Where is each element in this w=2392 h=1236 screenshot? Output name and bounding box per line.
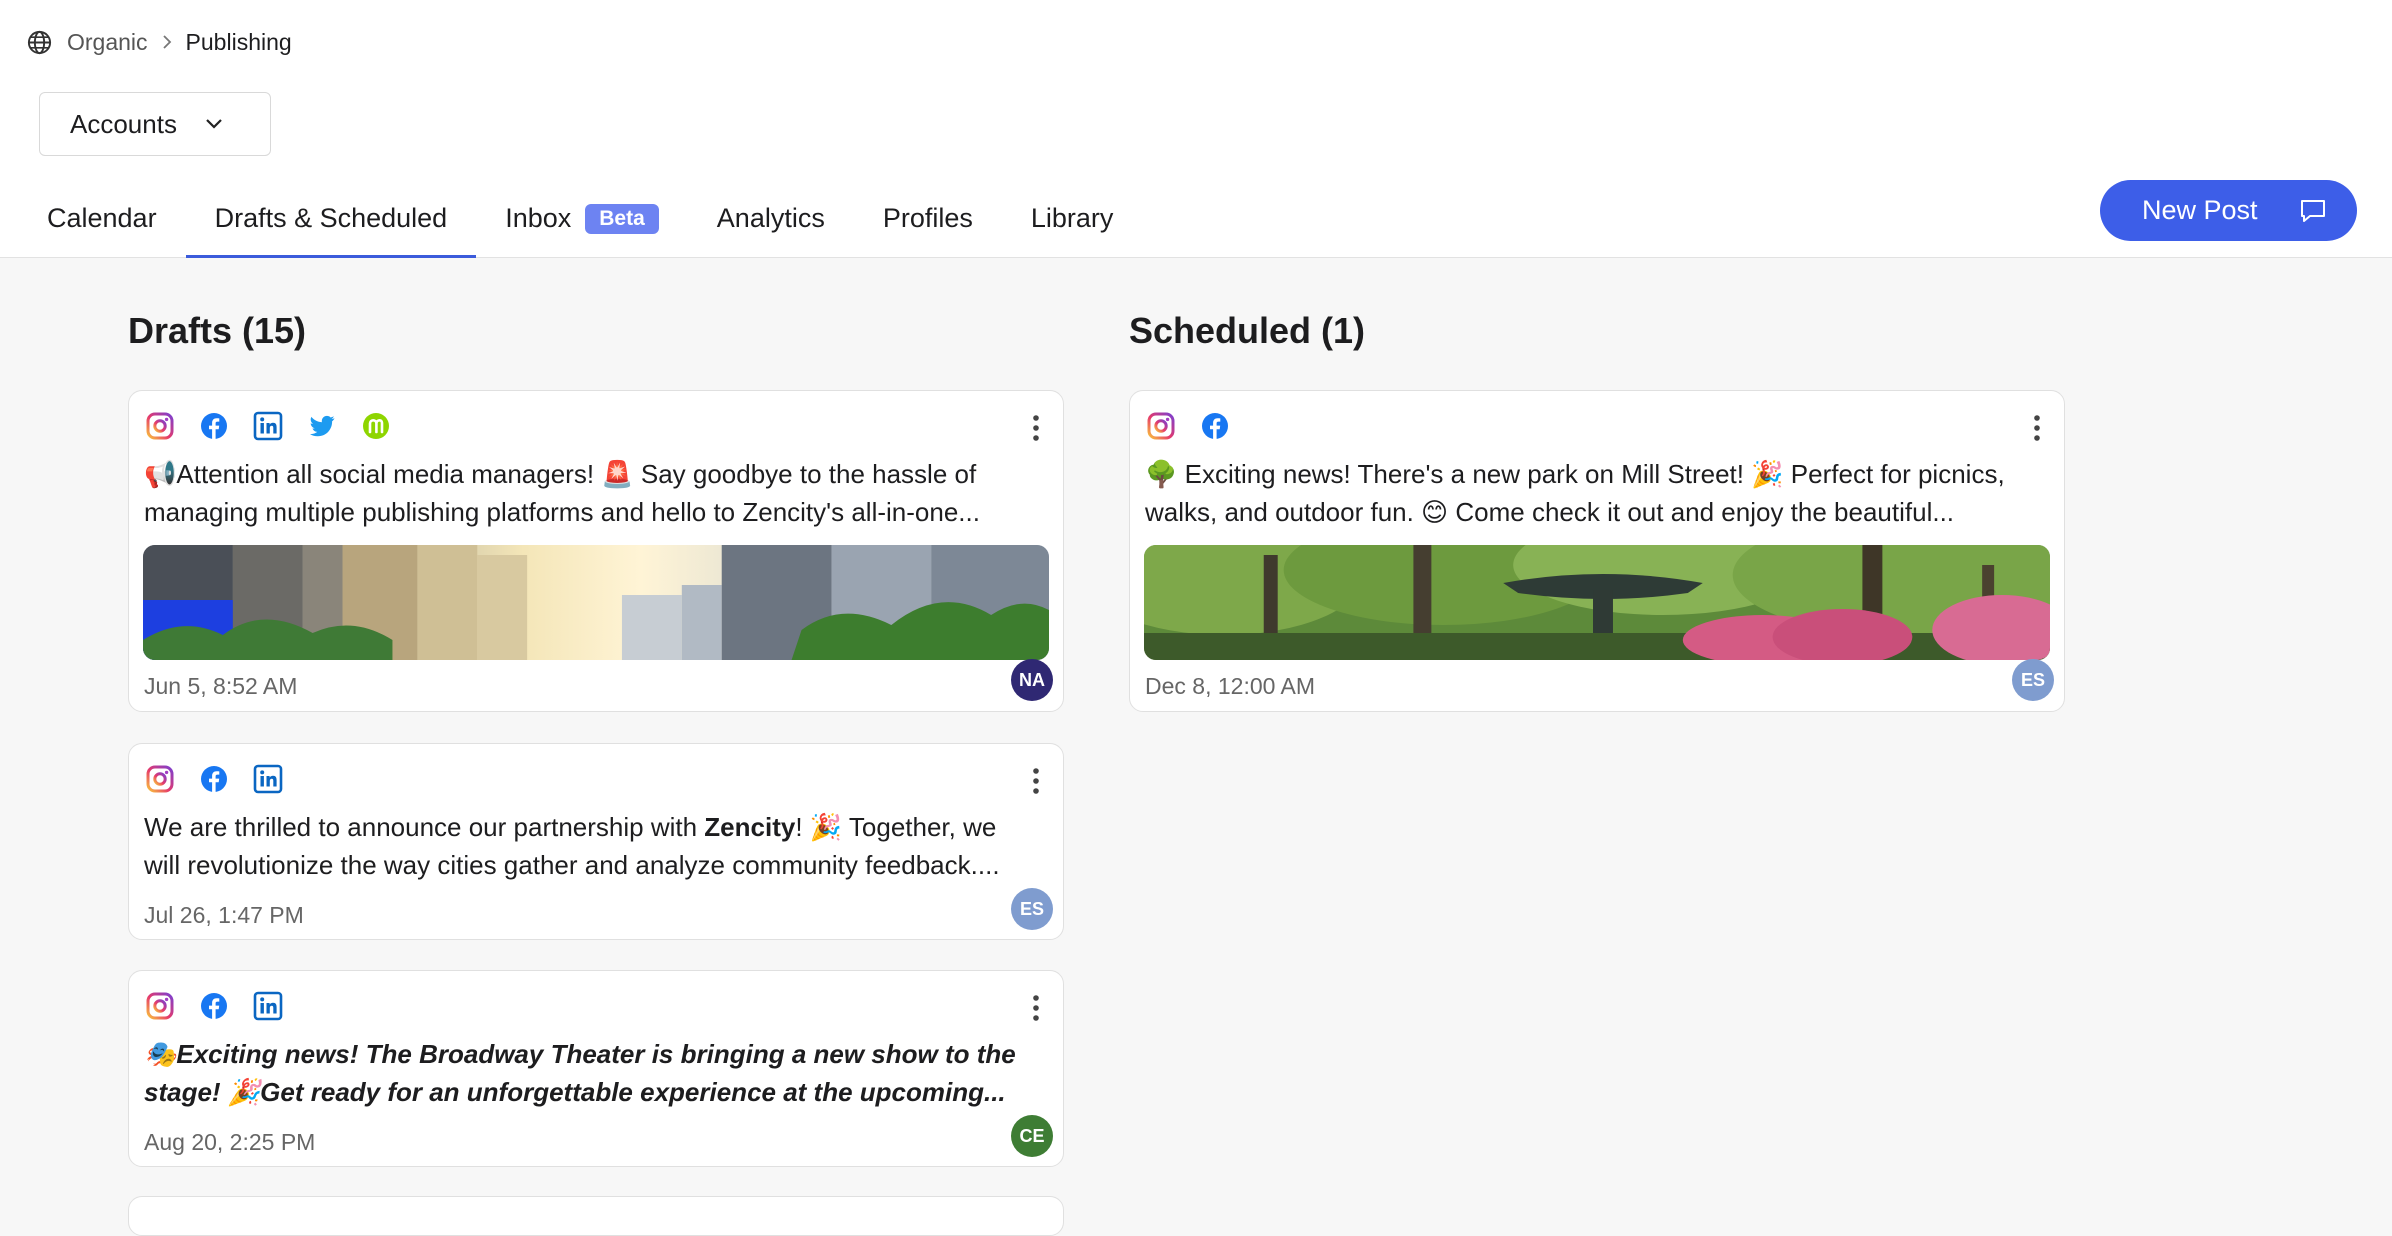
- chat-bubble-icon: [2300, 199, 2325, 222]
- chevron-down-icon: [206, 119, 222, 129]
- tab-drafts-scheduled[interactable]: Drafts & Scheduled: [185, 180, 477, 258]
- instagram-icon: [145, 764, 175, 794]
- facebook-icon: [199, 764, 229, 794]
- tab-label: Analytics: [716, 203, 825, 233]
- facebook-icon: [1200, 411, 1230, 441]
- platform-icons: [145, 991, 283, 1021]
- facebook-icon: [199, 991, 229, 1021]
- more-options-icon[interactable]: [1031, 413, 1041, 443]
- tab-label: Profiles: [882, 203, 973, 233]
- globe-icon: [27, 30, 52, 54]
- post-date: Jun 5, 8:52 AM: [144, 673, 298, 699]
- post-date: Aug 20, 2:25 PM: [144, 1129, 316, 1155]
- new-post-label: New Post: [2142, 195, 2258, 225]
- draft-card[interactable]: [128, 1196, 1064, 1236]
- draft-card[interactable]: 🎭Exciting news! The Broadway Theater is …: [128, 970, 1064, 1167]
- nextdoor-icon: [361, 411, 391, 441]
- post-date: Dec 8, 12:00 AM: [1145, 673, 1316, 699]
- post-text: 🌳 Exciting news! There's a new park on M…: [1145, 459, 2005, 527]
- facebook-icon: [199, 411, 229, 441]
- draft-card[interactable]: 📢Attention all social media managers! 🚨 …: [128, 390, 1064, 712]
- avatar: NA: [1011, 659, 1053, 701]
- avatar: CE: [1011, 1115, 1053, 1157]
- scheduled-card[interactable]: 🌳 Exciting news! There's a new park on M…: [1129, 390, 2065, 712]
- post-text: We are thrilled to announce our partners…: [144, 808, 1037, 884]
- top-header: Organic Publishing Accounts Calendar Dra…: [0, 0, 2392, 258]
- platform-icons: [1146, 411, 1230, 441]
- draft-card[interactable]: We are thrilled to announce our partners…: [128, 743, 1064, 940]
- tab-inbox[interactable]: Inbox Beta: [476, 180, 688, 257]
- breadcrumb-organic[interactable]: Organic: [67, 29, 148, 56]
- post-text: 📢Attention all social media managers! 🚨 …: [144, 459, 980, 527]
- tab-label: Calendar: [47, 203, 157, 233]
- new-post-button[interactable]: New Post: [2100, 180, 2357, 241]
- more-options-icon[interactable]: [1031, 766, 1041, 796]
- accounts-dropdown[interactable]: Accounts: [39, 92, 271, 156]
- beta-badge: Beta: [585, 203, 659, 234]
- post-image-city-skyline: [143, 545, 1049, 660]
- scheduled-heading: Scheduled (1): [1129, 310, 1366, 351]
- breadcrumb: Organic Publishing: [26, 26, 292, 58]
- linkedin-icon: [253, 764, 283, 794]
- avatar: ES: [1011, 888, 1053, 930]
- twitter-icon: [307, 411, 337, 441]
- tab-library[interactable]: Library: [1002, 180, 1143, 257]
- linkedin-icon: [253, 991, 283, 1021]
- tab-analytics[interactable]: Analytics: [688, 180, 854, 257]
- tab-label: Drafts & Scheduled: [214, 203, 448, 233]
- drafts-heading: Drafts (15): [128, 310, 307, 351]
- tab-profiles[interactable]: Profiles: [854, 180, 1002, 257]
- accounts-label: Accounts: [70, 108, 177, 139]
- post-text-part: We are thrilled to announce our partners…: [144, 812, 705, 842]
- more-options-icon[interactable]: [1031, 993, 1041, 1023]
- more-options-icon[interactable]: [2032, 413, 2042, 443]
- avatar: ES: [2012, 659, 2054, 701]
- chevron-right-icon: [162, 35, 171, 49]
- tab-bar: Calendar Drafts & Scheduled Inbox Beta An…: [18, 180, 1143, 258]
- platform-icons: [145, 764, 283, 794]
- tab-calendar[interactable]: Calendar: [18, 180, 186, 257]
- post-date: Jul 26, 1:47 PM: [144, 902, 304, 928]
- post-image-park-fountain: [1144, 545, 2050, 660]
- post-text: 🎭Exciting news! The Broadway Theater is …: [144, 1039, 1016, 1107]
- post-text-bold: Zencity: [704, 812, 796, 842]
- instagram-icon: [145, 991, 175, 1021]
- instagram-icon: [145, 411, 175, 441]
- tab-label: Inbox: [505, 203, 572, 233]
- platform-icons: [145, 411, 391, 441]
- instagram-icon: [1146, 411, 1176, 441]
- tab-label: Library: [1030, 203, 1114, 233]
- linkedin-icon: [253, 411, 283, 441]
- breadcrumb-publishing: Publishing: [185, 28, 292, 55]
